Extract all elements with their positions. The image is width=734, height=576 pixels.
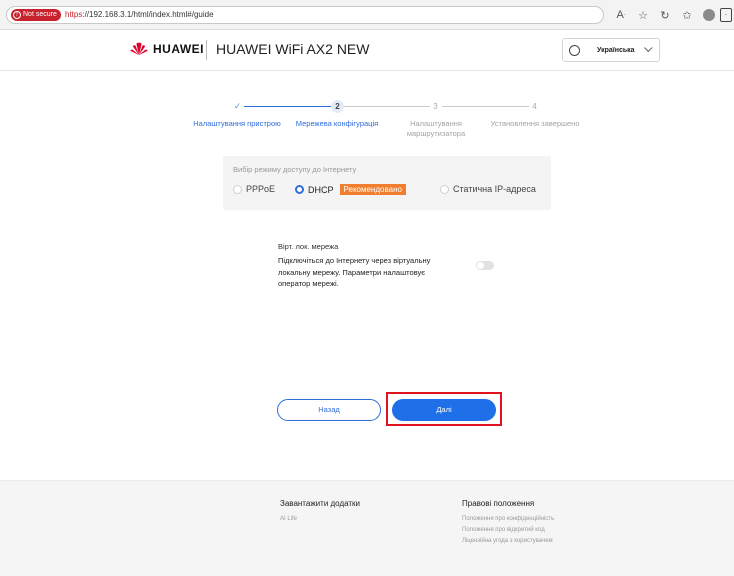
stepper-connector <box>344 106 430 107</box>
radio-pppoe[interactable]: PPPoE <box>233 184 275 194</box>
language-value: Українська <box>597 46 635 54</box>
radio-circle <box>233 184 242 194</box>
not-secure-label: Not secure <box>23 11 57 18</box>
step-4-marker: 4 <box>532 102 537 111</box>
step-2-marker: 2 <box>331 100 344 113</box>
step-4-label: Установлення завершено <box>490 119 580 128</box>
access-mode-panel: Вибір режиму доступу до Інтернету PPPoE … <box>223 156 551 210</box>
header-divider <box>206 40 207 60</box>
vlan-title: Вірт. лок. мережа <box>278 242 339 251</box>
recommended-badge: Рекомендовано <box>339 184 406 195</box>
access-mode-title: Вибір режиму доступу до Інтернету <box>233 165 357 174</box>
browser-toolbar: ! Not secure https://192.168.3.1/html/in… <box>0 0 734 30</box>
guide-content: ✓ 2 3 4 Налаштування пристрою Мережева к… <box>0 72 734 480</box>
radio-circle-selected <box>295 185 304 194</box>
url-scheme: https: <box>65 10 85 19</box>
stepper-connector <box>244 106 332 107</box>
browser-actions: Aᐧ ☆ ↻ ✩ · <box>610 6 734 24</box>
address-bar[interactable]: ! Not secure https://192.168.3.1/html/in… <box>6 6 604 24</box>
huawei-flower-icon <box>130 42 148 56</box>
warning-icon: ! <box>13 11 21 19</box>
step-3-label: Налаштування маршрутизатора <box>406 119 466 138</box>
huawei-logo: HUAWEI <box>130 42 204 56</box>
setup-stepper: ✓ 2 3 4 Налаштування пристрою Мережева к… <box>0 98 734 148</box>
radio-dhcp[interactable]: DHCP Рекомендовано <box>295 184 406 195</box>
footer-link-privacy[interactable]: Положення про конфіденційність <box>462 514 554 525</box>
radio-circle <box>440 184 449 194</box>
step-1-marker: ✓ <box>233 101 242 111</box>
sidebar-icon[interactable]: · <box>720 8 732 22</box>
radio-label: DHCP <box>308 184 334 195</box>
footer-link-open-source[interactable]: Положення про відкритий код <box>462 525 554 536</box>
stepper-connector <box>442 106 529 107</box>
refresh-icon[interactable]: ↻ <box>654 6 676 24</box>
product-name: HUAWEI WiFi AX2 NEW <box>216 41 370 57</box>
radio-static-ip[interactable]: Статична IP-адреса <box>440 184 536 194</box>
radio-label: Статична IP-адреса <box>453 184 536 194</box>
favorite-icon[interactable]: ☆ <box>632 6 654 24</box>
footer: Завантажити додатки AI Life Правові поло… <box>0 480 734 576</box>
router-header: HUAWEI HUAWEI WiFi AX2 NEW Українська <box>0 30 734 71</box>
not-secure-badge[interactable]: ! Not secure <box>11 9 61 21</box>
vlan-section: Вірт. лок. мережа Підключіться до Інтерн… <box>278 242 478 290</box>
chevron-down-icon <box>644 43 653 53</box>
favorites-list-icon[interactable]: ✩ <box>676 6 698 24</box>
footer-apps-heading: Завантажити додатки <box>280 499 361 508</box>
url-path: //192.168.3.1/html/index.html#/guide <box>84 10 214 19</box>
read-aloud-icon[interactable]: Aᐧ <box>610 6 632 24</box>
profile-icon[interactable] <box>698 6 720 24</box>
back-button[interactable]: Назад <box>277 399 381 421</box>
language-select[interactable]: Українська <box>562 38 660 62</box>
step-2-label: Мережева конфігурація <box>295 119 379 128</box>
globe-icon <box>569 44 580 56</box>
logo-text: HUAWEI <box>153 42 204 56</box>
radio-label: PPPoE <box>246 184 276 194</box>
step-1-label: Налаштування пристрою <box>193 119 281 128</box>
step-3-marker: 3 <box>433 102 438 111</box>
next-button[interactable]: Далі <box>392 399 496 421</box>
footer-link-eula[interactable]: Ліцензійна угода з користувачем <box>462 536 554 547</box>
footer-apps: Завантажити додатки AI Life <box>280 499 360 525</box>
footer-legal-heading: Правові положення <box>462 499 535 508</box>
footer-legal: Правові положення Положення про конфіден… <box>462 499 554 547</box>
vlan-description: Підключіться до Інтернету через віртуаль… <box>278 256 431 288</box>
footer-link-ai-life[interactable]: AI Life <box>280 514 360 525</box>
toggle-knob <box>477 262 484 269</box>
vlan-toggle[interactable] <box>476 261 494 270</box>
url-text[interactable]: https://192.168.3.1/html/index.html#/gui… <box>65 10 214 19</box>
